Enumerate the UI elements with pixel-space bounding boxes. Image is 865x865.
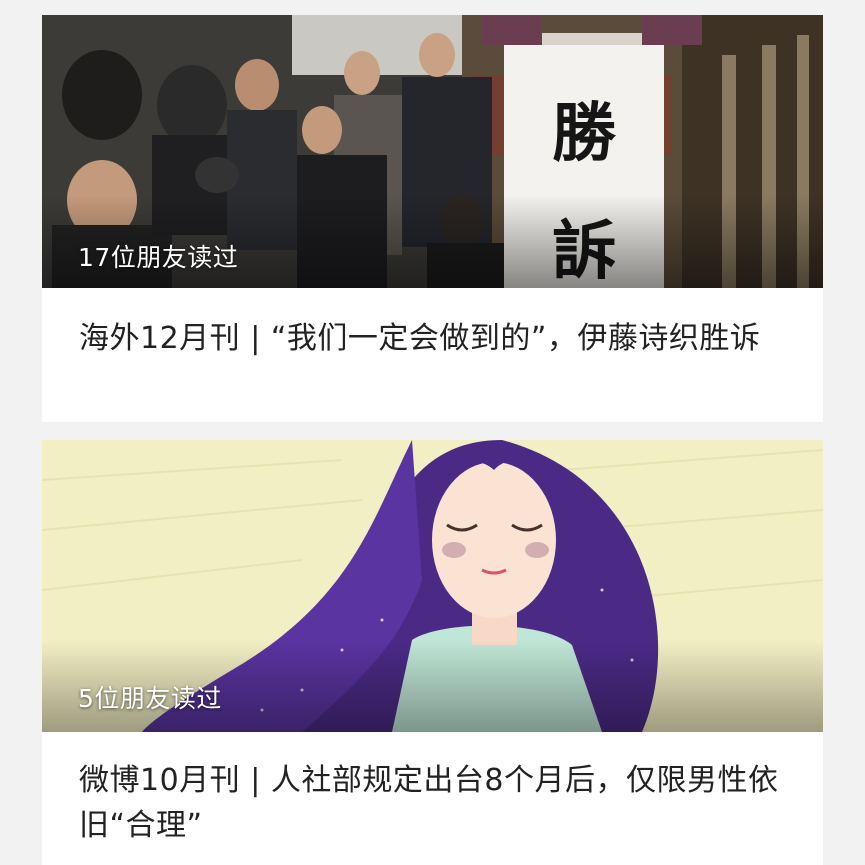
article-title[interactable]: 海外12月刊 | “我们一定会做到的”，伊藤诗织胜诉	[79, 316, 791, 361]
article-thumbnail[interactable]: 勝 訴 17位朋友读过	[42, 15, 823, 288]
friends-read-count: 5位朋友读过	[78, 684, 222, 713]
banner-char-1: 勝	[552, 96, 617, 171]
article-card[interactable]: 5位朋友读过 微博10月刊 | 人社部规定出台8个月后，仅限男性依旧“合理”	[42, 440, 823, 865]
article-title[interactable]: 微博10月刊 | 人社部规定出台8个月后，仅限男性依旧“合理”	[79, 758, 791, 848]
article-thumbnail[interactable]: 5位朋友读过	[42, 440, 823, 732]
article-card[interactable]: 勝 訴 17位朋友读过 海外12月刊 | “我们一定会做到的”，伊藤诗织胜诉	[42, 15, 823, 422]
friends-read-count: 17位朋友读过	[78, 243, 239, 272]
article-feed: 勝 訴 17位朋友读过 海外12月刊 | “我们一定会做到的”，伊藤诗织胜诉	[0, 0, 865, 865]
